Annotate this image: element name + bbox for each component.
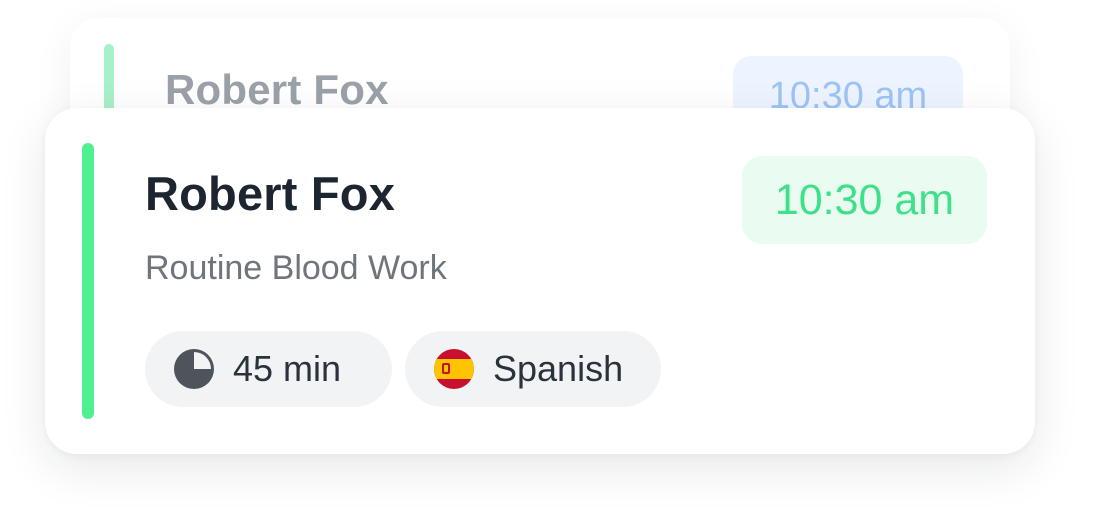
language-badge: Spanish xyxy=(405,331,661,407)
appointment-description: Routine Blood Work xyxy=(145,249,447,287)
language-label: Spanish xyxy=(493,348,624,389)
patient-name: Robert Fox xyxy=(165,66,389,113)
time-badge: 10:30 am xyxy=(742,156,987,244)
duration-badge: 45 min xyxy=(145,331,392,407)
patient-name: Robert Fox xyxy=(145,167,396,220)
duration-label: 45 min xyxy=(233,348,342,389)
status-accent-bar xyxy=(82,143,94,419)
clock-pie-icon xyxy=(174,349,214,389)
appointment-card[interactable]: Robert Fox Routine Blood Work 10:30 am 4… xyxy=(45,108,1035,454)
spain-flag-icon xyxy=(434,349,474,389)
